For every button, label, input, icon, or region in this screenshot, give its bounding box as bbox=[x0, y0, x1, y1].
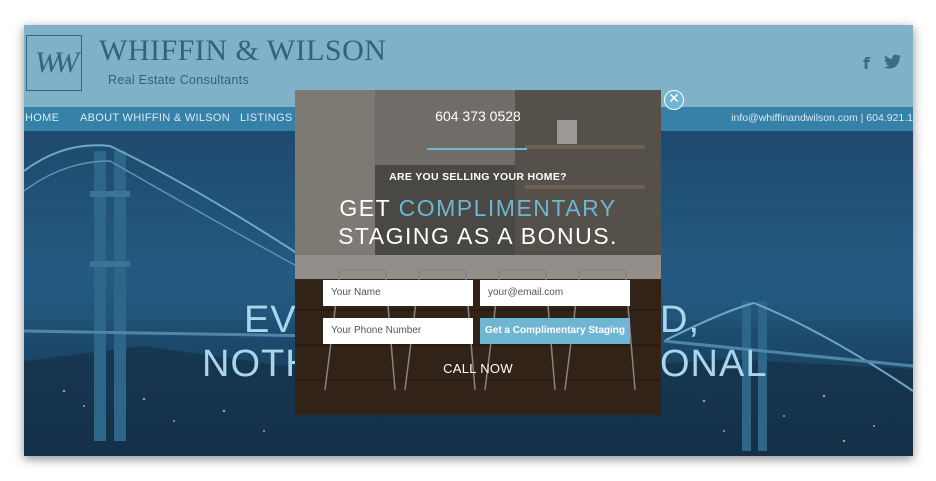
logo-monogram: WW bbox=[35, 46, 79, 79]
nav-item-home[interactable]: HOME bbox=[25, 112, 59, 124]
contact-info[interactable]: info@whiffinandwilson.com | 604.921.1 bbox=[731, 112, 913, 124]
nav-item-listings[interactable]: LISTINGS bbox=[240, 112, 293, 124]
divider bbox=[427, 148, 527, 150]
email-input[interactable]: your@email.com bbox=[480, 280, 630, 306]
popup-question: ARE YOU SELLING YOUR HOME? bbox=[389, 171, 567, 183]
popup-headline-line2: STAGING AS A BONUS. bbox=[338, 223, 618, 249]
brand-tagline: Real Estate Consultants bbox=[108, 73, 250, 87]
nav-item-about[interactable]: ABOUT WHIFFIN & WILSON bbox=[80, 112, 230, 124]
hero-heading-line1-left: EV bbox=[244, 299, 297, 341]
logo[interactable]: WW bbox=[26, 35, 82, 91]
headline-accent: COMPLIMENTARY bbox=[398, 195, 617, 221]
twitter-icon[interactable] bbox=[884, 54, 902, 74]
get-staging-button[interactable]: Get a Complimentary Staging bbox=[480, 318, 630, 344]
hero-heading-line1-right: D, bbox=[660, 299, 700, 341]
popup-phone-number[interactable]: 604 373 0528 bbox=[295, 108, 661, 124]
name-input[interactable]: Your Name bbox=[323, 280, 473, 306]
staging-popup: 604 373 0528 ARE YOU SELLING YOUR HOME? … bbox=[295, 90, 661, 415]
close-icon[interactable]: ✕ bbox=[664, 90, 684, 110]
brand-name: WHIFFIN & WILSON bbox=[99, 34, 387, 67]
call-now-link[interactable]: CALL NOW bbox=[295, 361, 661, 376]
popup-headline-line1: GET COMPLIMENTARY bbox=[295, 195, 661, 222]
hero-heading-line2-right: ONAL bbox=[660, 343, 768, 385]
facebook-icon[interactable]: f bbox=[863, 54, 870, 73]
headline-get: GET bbox=[339, 195, 399, 221]
phone-input[interactable]: Your Phone Number bbox=[323, 318, 473, 344]
